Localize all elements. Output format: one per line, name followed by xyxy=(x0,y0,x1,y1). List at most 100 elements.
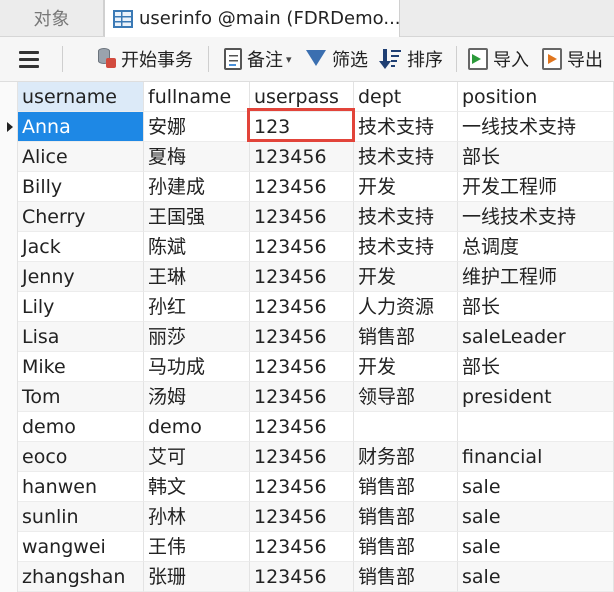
row-indicator[interactable] xyxy=(0,292,18,322)
table-cell[interactable]: Cherry xyxy=(18,202,144,232)
table-cell[interactable]: 123456 xyxy=(250,412,354,442)
table-row[interactable]: Alice 夏梅 123456 技术支持 部长 xyxy=(0,142,614,172)
table-row[interactable]: Jack 陈斌 123456 技术支持 总调度 xyxy=(0,232,614,262)
table-cell[interactable]: saleLeader xyxy=(458,322,614,352)
table-cell[interactable]: Anna xyxy=(18,112,144,142)
table-cell[interactable]: 孙红 xyxy=(144,292,250,322)
table-cell[interactable]: 123456 xyxy=(250,262,354,292)
table-cell[interactable]: 技术支持 xyxy=(354,142,458,172)
table-cell[interactable] xyxy=(354,412,458,442)
table-cell[interactable] xyxy=(458,412,614,442)
table-cell[interactable]: financial xyxy=(458,442,614,472)
table-cell[interactable]: Mike xyxy=(18,352,144,382)
table-cell[interactable]: 王琳 xyxy=(144,262,250,292)
table-cell[interactable]: 123456 xyxy=(250,292,354,322)
table-cell[interactable]: wangwei xyxy=(18,532,144,562)
table-cell[interactable]: 部长 xyxy=(458,352,614,382)
table-row[interactable]: Mike 马功成 123456 开发 部长 xyxy=(0,352,614,382)
table-cell[interactable]: sale xyxy=(458,502,614,532)
table-cell[interactable]: 销售部 xyxy=(354,322,458,352)
table-cell[interactable]: 123456 xyxy=(250,472,354,502)
table-row[interactable]: Lisa 丽莎 123456 销售部 saleLeader xyxy=(0,322,614,352)
table-row[interactable]: wangwei 王伟 123456 销售部 sale xyxy=(0,532,614,562)
table-cell[interactable]: 丽莎 xyxy=(144,322,250,352)
table-cell[interactable]: 安娜 xyxy=(144,112,250,142)
table-cell[interactable]: 123 xyxy=(250,112,354,142)
table-cell[interactable]: sale xyxy=(458,532,614,562)
row-indicator[interactable] xyxy=(0,232,18,262)
table-cell[interactable]: 汤姆 xyxy=(144,382,250,412)
column-header-fullname[interactable]: fullname xyxy=(144,82,250,112)
table-row[interactable]: Tom 汤姆 123456 领导部 president xyxy=(0,382,614,412)
table-cell[interactable]: 开发 xyxy=(354,352,458,382)
table-cell[interactable]: 陈斌 xyxy=(144,232,250,262)
table-cell[interactable]: 人力资源 xyxy=(354,292,458,322)
table-cell[interactable]: Lisa xyxy=(18,322,144,352)
filter-button[interactable]: 筛选 xyxy=(306,37,368,81)
table-cell[interactable]: 123456 xyxy=(250,562,354,592)
table-cell[interactable]: Jenny xyxy=(18,262,144,292)
table-cell[interactable]: demo xyxy=(18,412,144,442)
table-cell[interactable]: 123456 xyxy=(250,142,354,172)
table-cell[interactable]: hanwen xyxy=(18,472,144,502)
row-indicator[interactable] xyxy=(0,172,18,202)
table-cell[interactable]: 123456 xyxy=(250,502,354,532)
table-cell[interactable]: 艾可 xyxy=(144,442,250,472)
column-header-dept[interactable]: dept xyxy=(354,82,458,112)
row-indicator[interactable] xyxy=(0,472,18,502)
row-indicator[interactable] xyxy=(0,442,18,472)
table-cell[interactable]: 领导部 xyxy=(354,382,458,412)
table-cell[interactable]: eoco xyxy=(18,442,144,472)
table-cell[interactable]: 一线技术支持 xyxy=(458,202,614,232)
table-cell[interactable]: zhangshan xyxy=(18,562,144,592)
row-indicator[interactable] xyxy=(0,502,18,532)
table-row[interactable]: Cherry 王国强 123456 技术支持 一线技术支持 xyxy=(0,202,614,232)
table-cell[interactable]: 维护工程师 xyxy=(458,262,614,292)
row-indicator[interactable] xyxy=(0,412,18,442)
table-cell[interactable]: sale xyxy=(458,562,614,592)
table-cell[interactable]: Alice xyxy=(18,142,144,172)
table-cell[interactable]: Lily xyxy=(18,292,144,322)
row-indicator[interactable] xyxy=(0,382,18,412)
table-cell[interactable]: 123456 xyxy=(250,202,354,232)
table-cell[interactable]: 孙林 xyxy=(144,502,250,532)
table-cell[interactable]: 123456 xyxy=(250,442,354,472)
table-cell[interactable]: 财务部 xyxy=(354,442,458,472)
table-cell[interactable]: 123456 xyxy=(250,532,354,562)
table-cell[interactable]: 王国强 xyxy=(144,202,250,232)
table-cell[interactable]: sunlin xyxy=(18,502,144,532)
tab-userinfo[interactable]: userinfo @main (FDRDemo... xyxy=(104,0,400,37)
table-row[interactable]: demo demo 123456 xyxy=(0,412,614,442)
begin-transaction-button[interactable]: 开始事务 xyxy=(96,37,193,81)
table-row[interactable]: eoco 艾可 123456 财务部 financial xyxy=(0,442,614,472)
table-cell[interactable]: 销售部 xyxy=(354,532,458,562)
table-row[interactable]: Jenny 王琳 123456 开发 维护工程师 xyxy=(0,262,614,292)
import-button[interactable]: 导入 xyxy=(468,37,529,81)
table-cell[interactable]: sale xyxy=(458,472,614,502)
table-cell[interactable]: Jack xyxy=(18,232,144,262)
row-indicator[interactable] xyxy=(0,532,18,562)
table-row[interactable]: zhangshan 张珊 123456 销售部 sale xyxy=(0,562,614,592)
table-cell[interactable]: 销售部 xyxy=(354,502,458,532)
tab-objects[interactable]: 对象 xyxy=(0,0,104,36)
table-cell[interactable]: 夏梅 xyxy=(144,142,250,172)
table-cell[interactable]: 销售部 xyxy=(354,472,458,502)
table-cell[interactable]: 部长 xyxy=(458,292,614,322)
table-row[interactable]: Anna 安娜 123 技术支持 一线技术支持 xyxy=(0,112,614,142)
table-cell[interactable]: 技术支持 xyxy=(354,112,458,142)
table-cell[interactable]: 张珊 xyxy=(144,562,250,592)
column-header-username[interactable]: username xyxy=(18,82,144,112)
note-button[interactable]: 备注 ▾ xyxy=(224,37,292,81)
table-cell[interactable]: 123456 xyxy=(250,172,354,202)
table-cell[interactable]: 总调度 xyxy=(458,232,614,262)
table-cell[interactable]: 技术支持 xyxy=(354,232,458,262)
menu-button[interactable] xyxy=(14,37,44,81)
table-cell[interactable]: 一线技术支持 xyxy=(458,112,614,142)
column-header-userpass[interactable]: userpass xyxy=(250,82,354,112)
table-cell[interactable]: 123456 xyxy=(250,352,354,382)
row-indicator[interactable] xyxy=(0,352,18,382)
table-cell[interactable]: 销售部 xyxy=(354,562,458,592)
export-button[interactable]: 导出 xyxy=(542,37,603,81)
row-indicator[interactable] xyxy=(0,142,18,172)
table-row[interactable]: Billy 孙建成 123456 开发 开发工程师 xyxy=(0,172,614,202)
